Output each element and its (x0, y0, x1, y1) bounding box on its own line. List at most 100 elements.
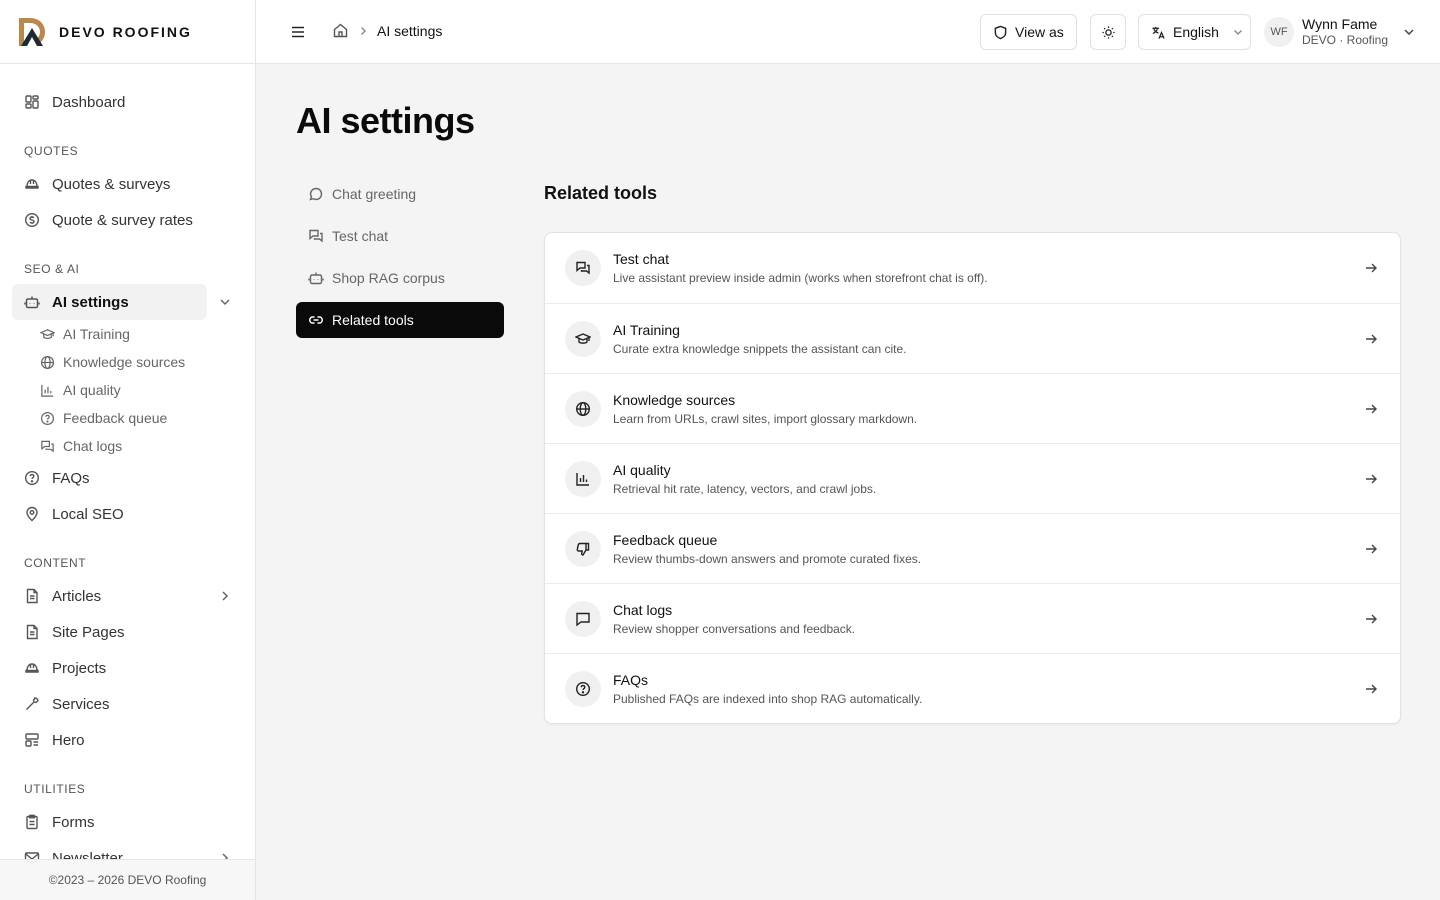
tool-icon-wrap (565, 390, 601, 427)
sidebar-subitem-knowledge-sources[interactable]: Knowledge sources (28, 349, 185, 375)
sidebar-subitem-label: Chat logs (63, 438, 123, 454)
tool-text: AI quality Retrieval hit rate, latency, … (613, 462, 876, 496)
robot-icon (24, 294, 40, 310)
user-name: Wynn Fame (1302, 16, 1378, 33)
sidebar-item-dashboard[interactable]: Dashboard (12, 84, 244, 120)
brand[interactable]: DEVO ROOFING (0, 0, 255, 64)
chevron-right-icon[interactable] (218, 589, 232, 603)
tool-icon-wrap (565, 320, 601, 357)
thumbs-down-icon (575, 541, 591, 557)
tool-icon-wrap (565, 530, 601, 567)
graduation-cap-icon (40, 327, 55, 342)
tool-text: AI Training Curate extra knowledge snipp… (613, 322, 907, 356)
view-as-button[interactable]: View as (980, 14, 1077, 50)
sidebar-subitem-ai-training[interactable]: AI Training (28, 321, 130, 347)
sidebar-item-quote-survey-rates[interactable]: Quote & survey rates (12, 202, 244, 238)
subnav-chat-greeting[interactable]: Chat greeting (296, 176, 504, 212)
breadcrumb: AI settings (332, 22, 442, 39)
tool-desc: Curate extra knowledge snippets the assi… (613, 341, 907, 356)
shield-icon (993, 25, 1008, 40)
chevron-right-icon[interactable] (218, 851, 232, 859)
tool-row-ai-quality[interactable]: AI quality Retrieval hit rate, latency, … (545, 443, 1400, 513)
chat-bubbles-icon (308, 228, 324, 244)
language-select[interactable]: English (1138, 14, 1251, 50)
arrow-right-icon (1364, 402, 1378, 416)
sidebar-item-label: Quote & survey rates (52, 211, 193, 229)
arrow-right-icon (1364, 332, 1378, 346)
menu-toggle-icon[interactable] (288, 22, 308, 42)
sidebar-item-label: Site Pages (52, 623, 125, 641)
tool-row-feedback-queue[interactable]: Feedback queue Review thumbs-down answer… (545, 513, 1400, 583)
sidebar-item-label: Dashboard (52, 93, 126, 111)
breadcrumb-current: AI settings (377, 22, 443, 39)
sidebar-footer: ©2023 – 2026 DEVO Roofing (0, 859, 255, 900)
sidebar-item-forms[interactable]: Forms (12, 804, 244, 840)
sidebar-item-label: Projects (52, 659, 107, 677)
tool-title: AI Training (613, 321, 680, 338)
tool-row-ai-training[interactable]: AI Training Curate extra knowledge snipp… (545, 303, 1400, 373)
home-icon[interactable] (332, 22, 349, 39)
sun-icon (1101, 25, 1116, 40)
subnav-test-chat[interactable]: Test chat (296, 218, 504, 254)
tool-title: Feedback queue (613, 531, 718, 548)
brand-name: DEVO ROOFING (59, 23, 192, 40)
subnav-label: Chat greeting (332, 186, 417, 202)
sidebar-item-articles[interactable]: Articles (12, 578, 244, 614)
tool-desc: Published FAQs are indexed into shop RAG… (613, 691, 923, 706)
section-label-utilities: UTILITIES (24, 782, 86, 796)
dashboard-icon (24, 94, 40, 110)
tool-icon-wrap (565, 670, 601, 707)
sidebar-item-quotes-surveys[interactable]: Quotes & surveys (12, 166, 244, 202)
arrow-right-icon (1364, 612, 1378, 626)
sidebar-item-label: Forms (52, 813, 95, 831)
sidebar-item-label: Services (52, 695, 110, 713)
sidebar-item-site-pages[interactable]: Site Pages (12, 614, 244, 650)
section-title: Related tools (544, 183, 658, 203)
message-square-icon (575, 611, 591, 627)
chat-bubbles-icon (575, 260, 591, 276)
subnav-shop-rag-corpus[interactable]: Shop RAG corpus (296, 260, 504, 296)
sidebar-item-faqs[interactable]: FAQs (12, 460, 244, 496)
top-header: AI settings View as English WF Wynn Fame… (256, 0, 1440, 64)
sidebar-item-services[interactable]: Services (12, 686, 244, 722)
hard-hat-icon (24, 176, 40, 192)
arrow-right-icon (1364, 261, 1378, 275)
subnav-label: Related tools (332, 312, 414, 328)
sidebar-item-newsletter[interactable]: Newsletter (12, 840, 244, 859)
sidebar-item-projects[interactable]: Projects (12, 650, 244, 686)
tool-text: Chat logs Review shopper conversations a… (613, 602, 855, 636)
layout-icon (24, 732, 40, 748)
tool-row-faqs[interactable]: FAQs Published FAQs are indexed into sho… (545, 653, 1400, 723)
user-menu[interactable]: WF Wynn Fame DEVO · Roofing (1264, 14, 1416, 50)
section-label-seo-ai: SEO & AI (24, 262, 80, 276)
help-circle-icon (24, 470, 40, 486)
chevron-down-icon[interactable] (218, 295, 232, 309)
bar-chart-icon (575, 471, 591, 487)
sidebar-subitem-ai-quality[interactable]: AI quality (28, 377, 121, 403)
theme-toggle-button[interactable] (1090, 14, 1126, 50)
tool-icon-wrap (565, 250, 601, 286)
sidebar-subitem-feedback-queue[interactable]: Feedback queue (28, 405, 167, 431)
tool-row-knowledge-sources[interactable]: Knowledge sources Learn from URLs, crawl… (545, 373, 1400, 443)
document-icon (24, 624, 40, 640)
graduation-cap-icon (575, 331, 591, 347)
subnav-label: Test chat (332, 228, 389, 244)
help-circle-icon (40, 411, 55, 426)
sidebar-subitem-chat-logs[interactable]: Chat logs (28, 433, 122, 459)
sidebar-subitem-label: AI quality (63, 382, 121, 398)
sidebar-item-hero[interactable]: Hero (12, 722, 244, 758)
tool-row-test-chat[interactable]: Test chat Live assistant preview inside … (545, 233, 1400, 303)
section-label-content: CONTENT (24, 556, 87, 570)
sidebar-item-label: Articles (52, 587, 102, 605)
globe-icon (575, 401, 591, 417)
avatar: WF (1264, 17, 1294, 47)
subnav-related-tools[interactable]: Related tools (296, 302, 504, 338)
tool-row-chat-logs[interactable]: Chat logs Review shopper conversations a… (545, 583, 1400, 653)
chat-bubbles-icon (40, 439, 55, 454)
arrow-right-icon (1364, 472, 1378, 486)
bar-chart-icon (40, 383, 55, 398)
help-circle-icon (575, 681, 591, 697)
sidebar-subitem-label: Feedback queue (63, 410, 168, 426)
sidebar-item-local-seo[interactable]: Local SEO (12, 496, 244, 532)
sidebar-item-ai-settings[interactable]: AI settings (12, 284, 230, 320)
